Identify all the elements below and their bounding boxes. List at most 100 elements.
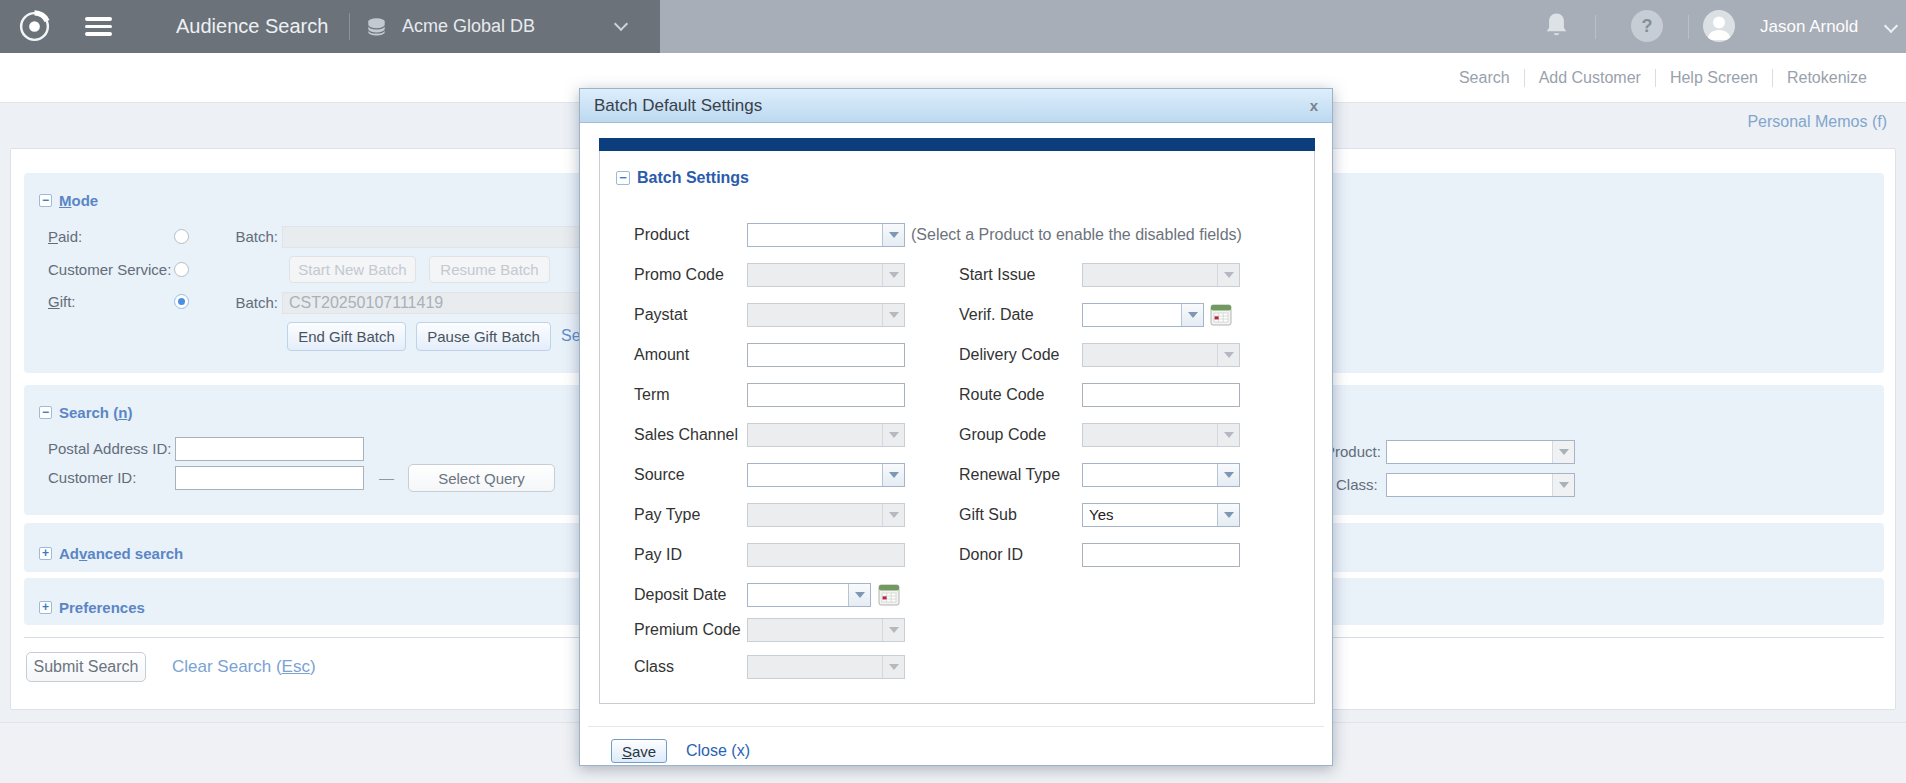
promo-code-label: Promo Code [634, 263, 724, 287]
dropdown-arrow-icon[interactable] [848, 584, 870, 606]
product-hint: (Select a Product to enable the disabled… [911, 223, 1242, 247]
product-field-select[interactable] [747, 223, 905, 247]
group-code-label: Group Code [959, 423, 1046, 447]
customer-service-radio[interactable] [174, 262, 189, 277]
route-code-label: Route Code [959, 383, 1044, 407]
delivery-code-select [1082, 343, 1240, 367]
bell-icon[interactable] [1542, 11, 1571, 42]
source-label: Source [634, 463, 685, 487]
range-dash: — [379, 466, 394, 490]
product-select[interactable] [1386, 440, 1575, 464]
select-query-button[interactable]: Select Query [408, 464, 555, 492]
dropdown-arrow-icon[interactable] [1217, 504, 1239, 526]
customer-id-label: Customer ID: [48, 466, 136, 490]
action-links: Search Add Customer Help Screen Retokeni… [1445, 53, 1881, 103]
advanced-search-heading[interactable]: + Advanced search [39, 545, 183, 562]
user-chevron-down-icon[interactable] [1884, 19, 1898, 33]
route-code-input[interactable] [1082, 383, 1240, 407]
avatar[interactable] [1703, 10, 1735, 42]
save-button[interactable]: Save [611, 739, 667, 763]
sales-channel-label: Sales Channel [634, 423, 738, 447]
dropdown-arrow-icon[interactable] [882, 464, 904, 486]
search-section-heading[interactable]: − Search (n) [39, 404, 132, 421]
collapse-icon[interactable]: − [39, 194, 52, 207]
group-code-select [1082, 423, 1240, 447]
batch-settings-heading[interactable]: − Batch Settings [616, 169, 749, 187]
link-help-screen[interactable]: Help Screen [1656, 69, 1772, 87]
dropdown-arrow-icon[interactable] [1181, 304, 1203, 326]
class-field-label: Class [634, 655, 674, 679]
personal-memos-link[interactable]: Personal Memos (f) [1747, 113, 1887, 131]
calendar-icon[interactable] [1210, 304, 1232, 326]
source-select[interactable] [747, 463, 905, 487]
dropdown-arrow-icon[interactable] [1217, 464, 1239, 486]
end-gift-batch-button[interactable]: End Gift Batch [287, 322, 406, 351]
link-search[interactable]: Search [1445, 69, 1524, 87]
help-icon[interactable]: ? [1631, 10, 1663, 42]
dropdown-arrow-icon [882, 656, 904, 678]
paid-label: Paid: [48, 225, 82, 249]
amount-input[interactable] [747, 343, 905, 367]
class-field-select [747, 655, 905, 679]
gift-batch-label: Batch: [210, 291, 278, 315]
dialog-title: Batch Default Settings [580, 89, 1332, 123]
collapse-icon[interactable]: − [39, 406, 52, 419]
dropdown-arrow-icon[interactable] [882, 224, 904, 246]
dropdown-arrow-icon [882, 424, 904, 446]
class-select[interactable] [1386, 473, 1575, 497]
preferences-label: Preferences [59, 599, 145, 616]
collapse-icon[interactable]: − [616, 171, 630, 185]
user-name[interactable]: Jason Arnold [1760, 0, 1858, 53]
verif-date-label: Verif. Date [959, 303, 1034, 327]
paystat-label: Paystat [634, 303, 687, 327]
app-logo-icon[interactable] [16, 8, 53, 45]
gift-sub-label: Gift Sub [959, 503, 1017, 527]
dropdown-arrow-icon [882, 304, 904, 326]
link-add-customer[interactable]: Add Customer [1525, 69, 1655, 87]
product-label: Product: [1325, 440, 1381, 464]
donor-id-input[interactable] [1082, 543, 1240, 567]
postal-address-id-label: Postal Address ID: [48, 437, 171, 461]
verif-date-select[interactable] [1082, 303, 1204, 327]
batch-label: Batch: [210, 225, 278, 249]
mode-section-heading[interactable]: − Mode [39, 192, 98, 209]
clear-search-link[interactable]: Clear Search (Esc) [172, 655, 316, 679]
pause-gift-batch-button[interactable]: Pause Gift Batch [416, 322, 551, 351]
expand-icon[interactable]: + [39, 547, 52, 560]
dropdown-arrow-icon[interactable] [1552, 474, 1574, 496]
term-input[interactable] [747, 383, 905, 407]
premium-code-select [747, 618, 905, 642]
submit-search-button[interactable]: Submit Search [26, 652, 146, 682]
dropdown-arrow-icon[interactable] [1552, 441, 1574, 463]
deposit-date-label: Deposit Date [634, 583, 727, 607]
start-new-batch-button[interactable]: Start New Batch [289, 256, 416, 283]
dropdown-arrow-icon [1217, 264, 1239, 286]
customer-id-input[interactable] [175, 466, 364, 490]
donor-id-label: Donor ID [959, 543, 1023, 567]
renewal-type-select[interactable] [1082, 463, 1240, 487]
pay-id-input [747, 543, 905, 567]
paid-radio[interactable] [174, 229, 189, 244]
resume-batch-button[interactable]: Resume Batch [429, 256, 550, 283]
dialog-close-link[interactable]: Close (x) [686, 739, 750, 763]
customer-service-label: Customer Service: [48, 258, 171, 282]
preferences-heading[interactable]: + Preferences [39, 599, 145, 616]
gift-sub-select[interactable]: Yes [1082, 503, 1240, 527]
class-label: Class: [1336, 473, 1378, 497]
panel-top-bar [599, 138, 1315, 151]
advanced-search-label: Advanced search [59, 545, 183, 562]
close-icon[interactable]: x [1310, 96, 1318, 116]
dropdown-arrow-icon [1217, 344, 1239, 366]
menu-icon[interactable] [85, 17, 112, 36]
link-retokenize[interactable]: Retokenize [1773, 69, 1881, 87]
database-selector[interactable]: Acme Global DB [402, 0, 535, 53]
postal-address-id-input[interactable] [175, 437, 364, 461]
deposit-date-select[interactable] [747, 583, 871, 607]
start-issue-select [1082, 263, 1240, 287]
expand-icon[interactable]: + [39, 601, 52, 614]
header-divider [349, 13, 350, 40]
top-header-bar: Audience Search Acme Global DB ? Jason A… [0, 0, 1906, 53]
calendar-icon[interactable] [878, 584, 900, 606]
gift-sub-value: Yes [1083, 504, 1239, 526]
gift-radio[interactable] [174, 294, 189, 309]
